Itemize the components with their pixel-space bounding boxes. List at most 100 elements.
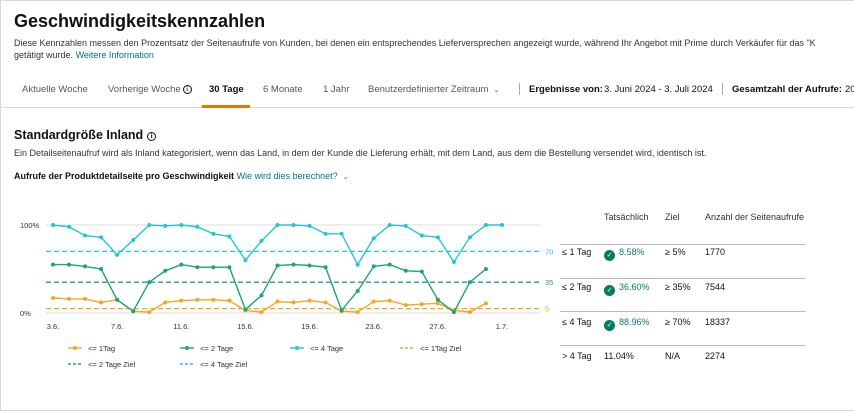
- row-divider: [560, 311, 806, 312]
- legend-label: <= 2 Tage: [200, 344, 233, 353]
- tab-current-week[interactable]: Aktuelle Woche: [22, 84, 88, 95]
- tab-6-months[interactable]: 6 Monate: [263, 84, 303, 95]
- target-value: ≥ 70%: [665, 317, 691, 327]
- data-point: [355, 262, 360, 267]
- tab-30-days[interactable]: 30 Tage: [209, 84, 244, 95]
- data-point: [195, 297, 200, 302]
- data-point: [131, 237, 136, 242]
- column-header-target: Ziel: [665, 212, 680, 222]
- divider: [722, 83, 723, 95]
- data-point: [83, 264, 88, 269]
- data-point: [67, 262, 72, 267]
- data-point: [115, 297, 120, 302]
- data-point: [51, 223, 55, 227]
- data-point: [435, 297, 440, 302]
- row-divider: [560, 278, 806, 279]
- data-point: [243, 258, 248, 263]
- data-point: [243, 307, 248, 312]
- data-point: [163, 268, 168, 273]
- description-line-1: Diese Kennzahlen messen den Prozentsatz …: [14, 38, 816, 48]
- check-circle-icon: ✓: [604, 285, 615, 296]
- data-point: [147, 310, 152, 315]
- views-value: 1770: [705, 247, 726, 257]
- column-header-actual: Tatsächlich: [604, 212, 649, 222]
- data-point: [419, 269, 424, 274]
- row-label: ≤ 2 Tag: [562, 282, 592, 292]
- how-calculated-link[interactable]: Wie wird dies berechnet? ⌄: [237, 171, 349, 181]
- info-icon[interactable]: i: [147, 132, 157, 141]
- section-title: Standardgröße Inland i: [14, 128, 157, 142]
- actual-text: 36.60%: [619, 282, 650, 292]
- data-point: [51, 262, 55, 267]
- actual-value: 11.04%: [604, 351, 634, 361]
- actual-text: 8.58%: [619, 247, 645, 257]
- data-point: [339, 308, 344, 313]
- data-point: [131, 309, 136, 314]
- tab-previous-week[interactable]: Vorherige Woche i: [108, 84, 192, 95]
- data-point: [195, 224, 200, 229]
- data-point: [339, 231, 344, 236]
- results-value: 3. Juni 2024 - 3. Juli 2024: [604, 84, 713, 95]
- row-divider: [560, 244, 806, 245]
- data-point: [467, 310, 472, 315]
- data-point: [291, 223, 296, 227]
- data-point: [179, 223, 184, 227]
- data-point: [275, 299, 280, 304]
- data-point: [115, 252, 120, 257]
- data-point: [179, 262, 184, 267]
- data-point: [451, 259, 456, 264]
- divider: [519, 83, 520, 95]
- x-tick-label: 1.7.: [496, 322, 509, 331]
- data-point: [323, 265, 328, 270]
- data-point: [51, 296, 55, 301]
- data-point: [163, 300, 168, 305]
- chevron-down-icon: ⌄: [493, 87, 500, 94]
- check-circle-icon: ✓: [604, 250, 615, 261]
- views-value: 2274: [705, 351, 726, 361]
- data-point: [371, 299, 376, 304]
- data-point: [147, 280, 152, 285]
- column-header-views: Anzahl der Seitenaufrufe: [705, 212, 805, 222]
- data-point: [99, 300, 104, 305]
- active-tab-indicator: [202, 105, 250, 108]
- data-point: [355, 310, 360, 315]
- views-value: 7544: [705, 282, 726, 292]
- results-label: Ergebnisse von:: [529, 84, 603, 95]
- views-value: 18337: [705, 317, 731, 327]
- data-point: [227, 298, 232, 303]
- actual-text: 11.04%: [604, 351, 634, 361]
- actual-value: ✓ 36.60%: [604, 282, 650, 296]
- data-point: [435, 301, 440, 306]
- data-point: [403, 223, 408, 228]
- info-icon[interactable]: i: [182, 85, 192, 94]
- page-title: Geschwindigkeitskennzahlen: [14, 11, 266, 31]
- data-point: [355, 289, 360, 293]
- data-point: [211, 265, 216, 270]
- tab-1-year[interactable]: 1 Jahr: [323, 84, 349, 95]
- data-point: [467, 280, 472, 285]
- x-tick-label: 27.6.: [430, 322, 447, 331]
- data-point: [99, 235, 104, 240]
- total-views-value: 20: [845, 84, 854, 95]
- y-tick-label: 100%: [20, 221, 40, 230]
- data-point: [419, 233, 424, 238]
- tab-custom-range[interactable]: Benutzerdefinierter Zeitraum ⌄: [368, 84, 499, 95]
- data-point: [67, 224, 72, 229]
- data-point: [179, 298, 184, 303]
- target-label: 70: [545, 247, 553, 256]
- data-point: [227, 265, 232, 270]
- data-point: [483, 267, 488, 271]
- data-point: [307, 223, 312, 228]
- chevron-down-icon: ⌄: [342, 174, 349, 181]
- data-point: [275, 223, 280, 227]
- data-point: [387, 223, 392, 227]
- legend-marker: [185, 346, 189, 350]
- period-tabs: Aktuelle Woche Vorherige Woche i 30 Tage …: [0, 70, 854, 108]
- data-point: [467, 235, 472, 240]
- legend-label: <= 2 Tage Ziel: [88, 360, 136, 369]
- data-point: [500, 223, 504, 227]
- x-tick-label: 19.6.: [301, 322, 318, 331]
- total-views-label: Gesamtzahl der Aufrufe:: [732, 84, 842, 95]
- more-info-link[interactable]: Weitere Information: [76, 50, 154, 60]
- target-label: 35: [545, 278, 553, 287]
